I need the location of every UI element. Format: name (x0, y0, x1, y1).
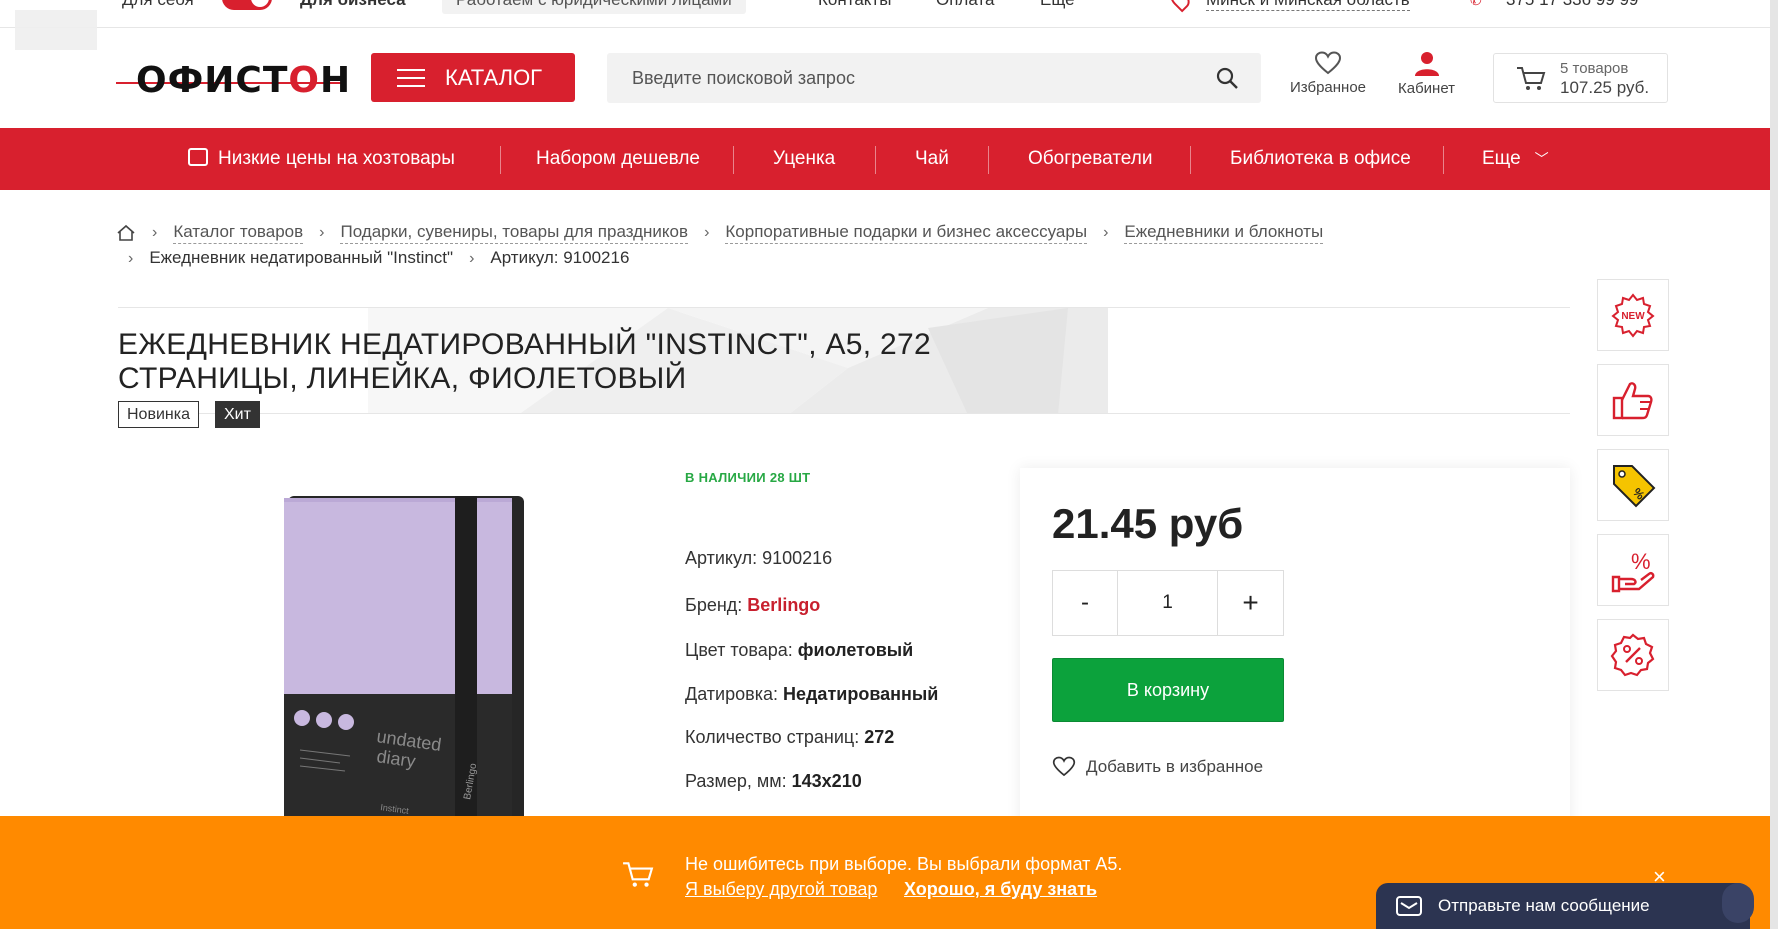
heart-icon (1315, 51, 1342, 75)
more-top-link[interactable]: Еще (1040, 0, 1075, 10)
cabinet-label: Кабинет (1398, 80, 1456, 97)
top-utility-bar: Для себя Для бизнеса Работаем с юридичес… (0, 0, 1778, 28)
special-offers-button[interactable]: % (1597, 534, 1669, 606)
price-tag-button[interactable]: % (1597, 449, 1669, 521)
nav-item-heaters[interactable]: Обогреватели (1028, 128, 1152, 190)
breadcrumb-item[interactable]: Каталог товаров (173, 222, 304, 244)
nav-item-office-library[interactable]: Библиотека в офисе (1230, 128, 1411, 190)
add-to-favorites-button[interactable]: Добавить в избранное (1052, 756, 1263, 777)
user-icon (1414, 52, 1439, 76)
brand-row: Бренд: Berlingo (685, 595, 821, 615)
discounts-button[interactable] (1597, 619, 1669, 691)
nav-item-set-cheaper[interactable]: Набором дешевле (536, 128, 700, 190)
discount-badge-icon (1610, 633, 1655, 677)
nav-item-low-prices[interactable]: Низкие цены на хозтовары (188, 128, 455, 190)
heart-icon (1052, 756, 1076, 777)
hits-button[interactable] (1597, 364, 1669, 436)
logo-text: ОФИСТОН (136, 60, 352, 101)
color-row: Цвет товара: фиолетовый (685, 640, 914, 660)
roll-icon (188, 148, 208, 166)
choose-other-link[interactable]: Я выберу другой товар (685, 879, 877, 900)
nav-item-tea[interactable]: Чай (915, 128, 949, 190)
category-nav: Низкие цены на хозтовары Набором дешевле… (0, 128, 1778, 190)
hand-percent-icon: % (1611, 549, 1655, 593)
acknowledge-link[interactable]: Хорошо, я буду знать (904, 879, 1097, 900)
audience-toggle[interactable] (222, 0, 272, 10)
breadcrumb-item[interactable]: Корпоративные подарки и бизнес аксессуар… (725, 222, 1088, 244)
breadcrumb-item[interactable]: Подарки, сувениры, товары для праздников (340, 222, 689, 244)
cart-count: 5 товаров (1560, 60, 1629, 77)
quantity-stepper: - 1 + (1052, 570, 1284, 636)
new-icon: NEW (1611, 293, 1655, 338)
catalog-button[interactable]: КАТАЛОГ (371, 53, 575, 102)
add-to-favorites-label: Добавить в избранное (1086, 756, 1264, 776)
quantity-field[interactable]: 1 (1118, 571, 1218, 635)
payment-link[interactable]: Оплата (936, 0, 994, 10)
banner-message: Не ошибитесь при выборе. Вы выбрали форм… (685, 854, 1123, 874)
stock-status: В НАЛИЧИИ 28 ШТ (685, 470, 811, 485)
phone-number[interactable]: 375 17 336 99 99 (1506, 0, 1638, 10)
mail-icon (1396, 896, 1422, 916)
favorites-button[interactable]: Избранное (1290, 51, 1366, 96)
size-row: Размер, мм: 143х210 (685, 771, 862, 791)
catalog-label: КАТАЛОГ (445, 64, 543, 90)
page-title: Ежедневник недатированный "Instinct", А5… (118, 328, 932, 395)
svg-text:NEW: NEW (1621, 311, 1645, 322)
home-icon[interactable] (116, 224, 136, 242)
region-selector[interactable]: Минск и Минская область (1206, 0, 1410, 11)
nav-item-discount[interactable]: Уценка (773, 128, 835, 190)
breadcrumb-current: Артикул: 9100216 (490, 248, 630, 267)
for-business-link[interactable]: Для бизнеса (300, 0, 406, 10)
product-title-area: Ежедневник недатированный "Instinct", А5… (118, 307, 1570, 414)
product-image[interactable]: undated diary Instinct Berlingo (280, 490, 525, 830)
chat-widget[interactable]: Отправьте нам сообщение (1376, 883, 1754, 929)
breadcrumb-item[interactable]: Ежедневник недатированный "Instinct" (149, 248, 453, 269)
chevron-down-icon: ﹀ (1534, 151, 1549, 167)
cart-icon (623, 862, 654, 887)
thumbs-up-icon (1612, 382, 1653, 420)
search-box (607, 53, 1261, 103)
scrollbar-track[interactable] (1770, 0, 1778, 929)
phone-icon: ✆ (1470, 0, 1482, 8)
decrease-quantity-button[interactable]: - (1053, 571, 1118, 635)
cart-button[interactable]: 5 товаров 107.25 руб. (1493, 53, 1668, 103)
svg-text:%: % (1631, 549, 1651, 574)
brand-link[interactable]: Berlingo (747, 595, 820, 615)
add-to-cart-button[interactable]: В корзину (1052, 658, 1284, 722)
tag-new: Новинка (118, 401, 199, 428)
tag-hit: Хит (215, 401, 260, 428)
increase-quantity-button[interactable]: + (1218, 571, 1283, 635)
chat-bubble (1722, 883, 1754, 923)
cabinet-button[interactable]: Кабинет (1398, 51, 1455, 97)
favorites-label: Избранное (1290, 79, 1367, 96)
price-tag-icon: % (1613, 465, 1656, 508)
site-header: ОФИСТОН КАТАЛОГ Избранное Кабинет 5 това… (0, 48, 1778, 112)
site-logo[interactable]: ОФИСТОН (116, 60, 350, 101)
pages-row: Количество страниц: 272 (685, 727, 895, 747)
cart-icon (1517, 67, 1546, 90)
overlay-badge (15, 10, 97, 50)
menu-icon (397, 68, 425, 87)
article-number: Артикул: 9100216 (685, 548, 833, 568)
nav-item-more[interactable]: Еще ﹀ (1482, 128, 1549, 190)
breadcrumb-item[interactable]: Ежедневники и блокноты (1124, 222, 1324, 244)
new-products-button[interactable]: NEW (1597, 279, 1669, 351)
price: 21.45 руб (1052, 500, 1244, 547)
search-icon[interactable] (1215, 66, 1239, 90)
cart-total: 107.25 руб. (1560, 78, 1650, 97)
contacts-link[interactable]: Контакты (818, 0, 891, 10)
for-self-link[interactable]: Для себя (122, 0, 194, 10)
location-pin-icon (1166, 0, 1194, 13)
search-input[interactable] (607, 53, 1261, 103)
chat-label: Отправьте нам сообщение (1438, 896, 1650, 915)
legal-entities-link[interactable]: Работаем с юридическими лицами (442, 0, 746, 14)
dating-row: Датировка: Недатированный (685, 684, 939, 704)
